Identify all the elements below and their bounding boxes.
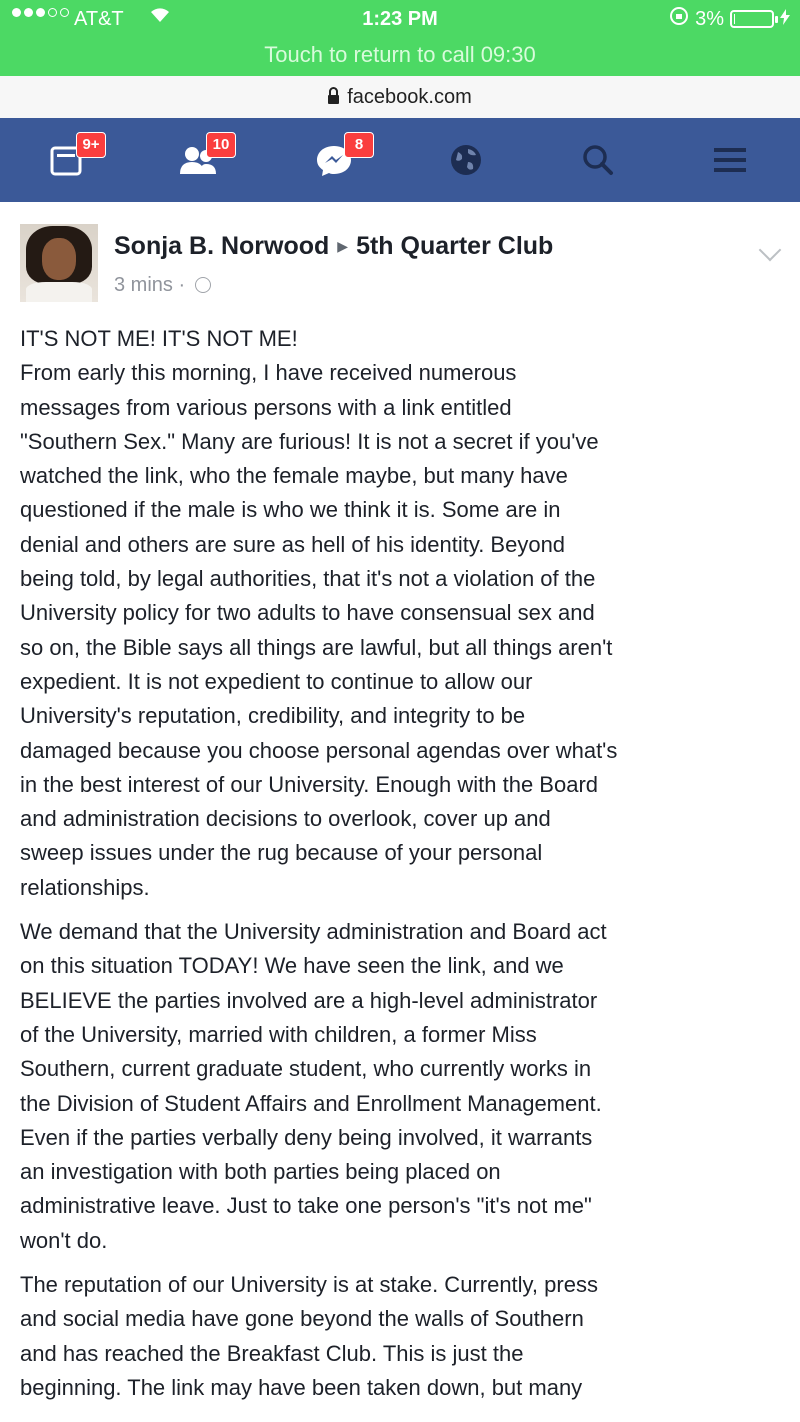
post-paragraph: We demand that the University administra… (20, 919, 607, 1253)
notifications-globe-icon (451, 145, 481, 175)
nav-friend-requests[interactable]: 10 (170, 132, 236, 186)
battery-percent: 3% (695, 7, 724, 30)
rotation-lock-icon (669, 6, 689, 32)
post-paragraph: The reputation of our University is at s… (20, 1272, 598, 1400)
return-to-call-banner[interactable]: Touch to return to call 09:30 (0, 42, 800, 68)
lock-icon (328, 86, 340, 104)
charging-icon (780, 8, 790, 31)
nav-menu[interactable] (704, 136, 764, 186)
news-feed-badge: 9+ (76, 132, 106, 158)
nav-messages[interactable]: 8 (308, 132, 374, 186)
avatar[interactable] (20, 224, 98, 302)
url-text: facebook.com (347, 85, 472, 108)
address-bar[interactable]: facebook.com (0, 76, 800, 119)
status-bar: AT&T 1:23 PM 3% Touch to return to call … (0, 0, 800, 76)
post-header: Sonja B. Norwood ▶ 5th Quarter Club (114, 232, 553, 261)
messages-badge: 8 (344, 132, 374, 158)
nav-search[interactable] (572, 136, 632, 186)
status-right: 3% (669, 6, 790, 32)
post-body: IT'S NOT ME! IT'S NOT ME! From early thi… (20, 322, 790, 1415)
chevron-down-icon[interactable] (758, 238, 782, 262)
battery-icon (730, 10, 778, 28)
author-name[interactable]: Sonja B. Norwood (114, 232, 329, 260)
audience-icon (194, 277, 211, 293)
post-paragraph: IT'S NOT ME! IT'S NOT ME! From early thi… (20, 326, 618, 900)
post-timestamp[interactable]: 3 mins (114, 274, 173, 296)
menu-icon (714, 148, 746, 172)
status-row: AT&T 1:23 PM 3% (0, 6, 800, 36)
nav-news-feed[interactable]: 9+ (40, 132, 106, 186)
caret-right-icon: ▶ (337, 238, 349, 254)
group-name[interactable]: 5th Quarter Club (356, 232, 553, 260)
facebook-nav-bar: 9+ 10 8 (0, 118, 800, 202)
friend-requests-badge: 10 (206, 132, 236, 158)
search-icon (583, 145, 613, 175)
nav-notifications[interactable] (440, 136, 500, 186)
post-meta: 3 mins · (114, 274, 211, 297)
